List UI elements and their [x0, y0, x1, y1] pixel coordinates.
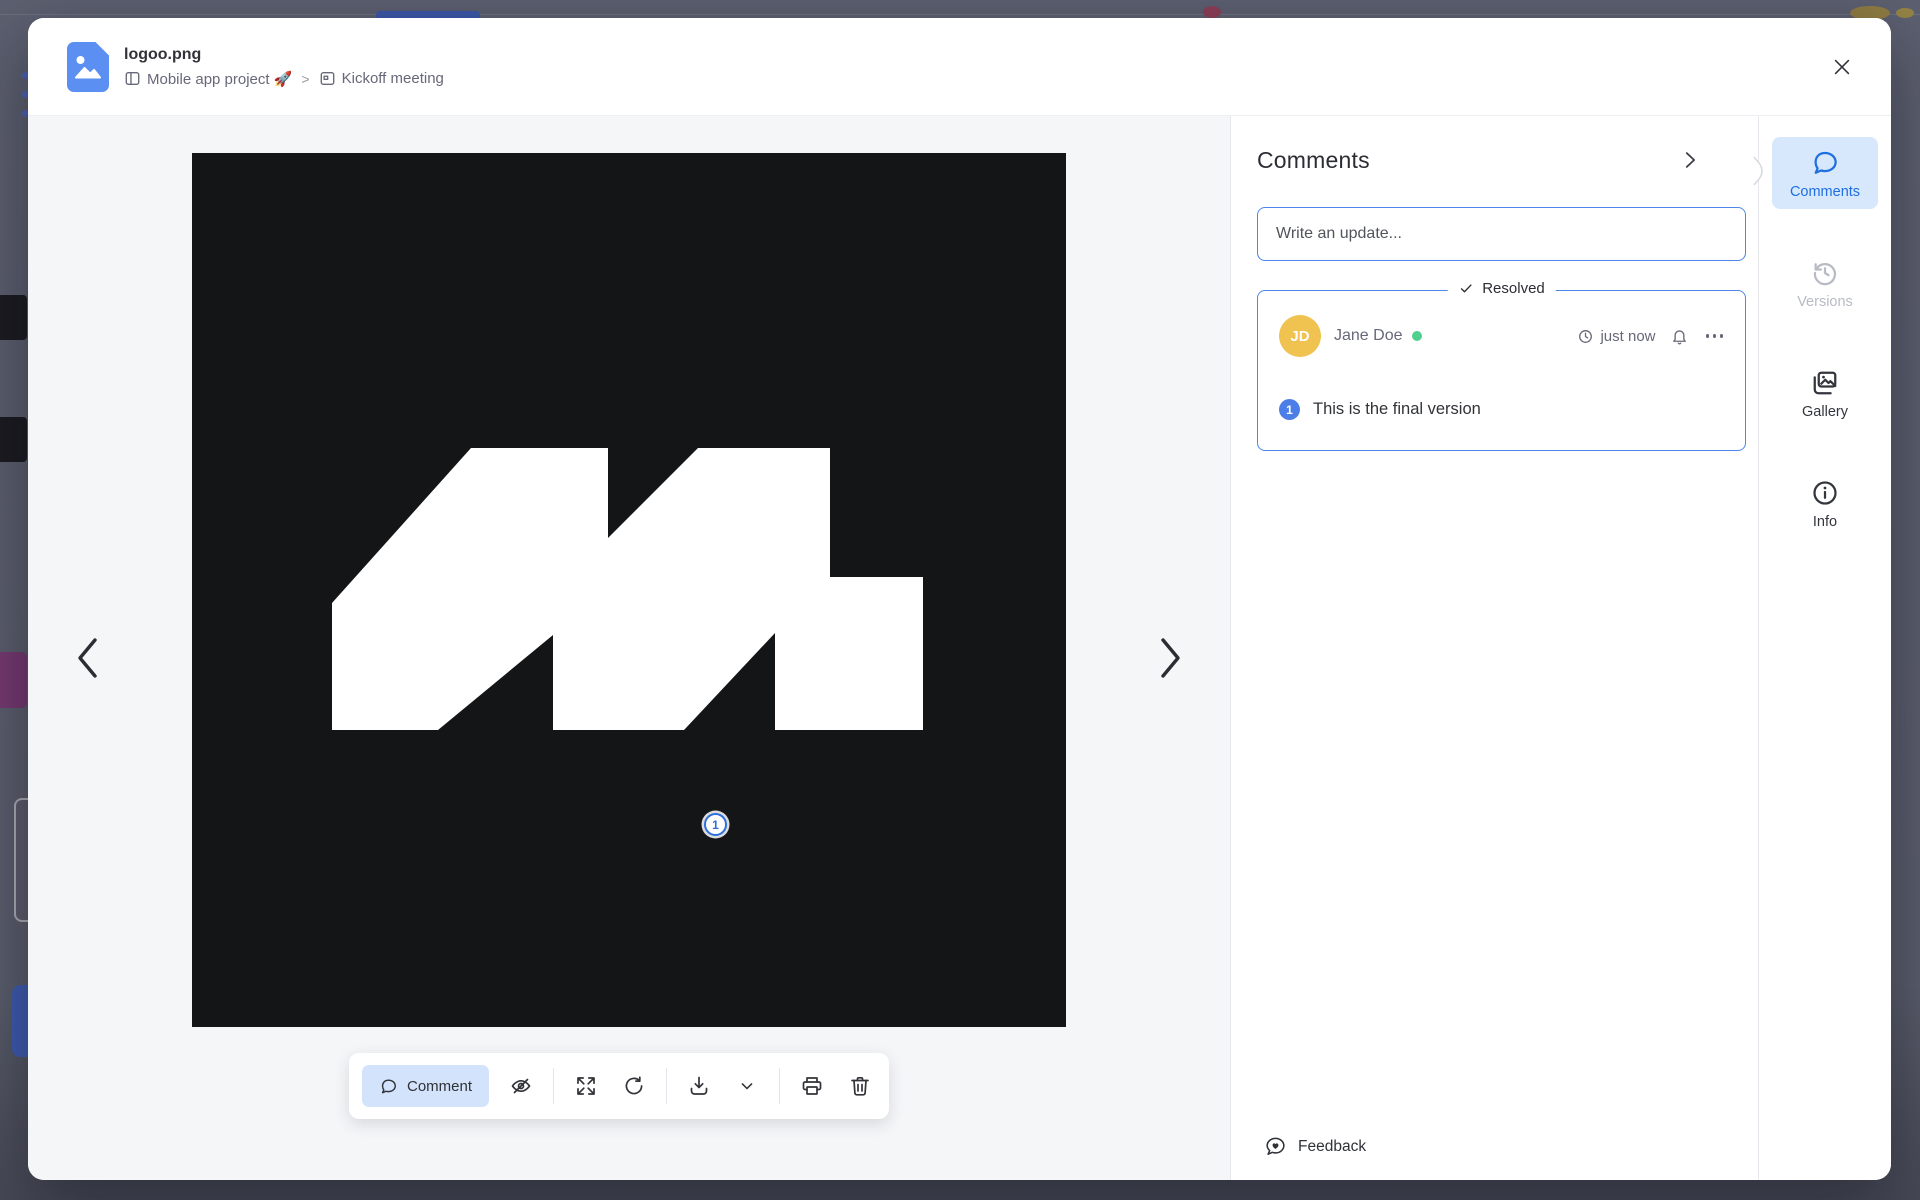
sidebar-tab-rail: Comments Versions Gallery Info [1758, 116, 1891, 1180]
close-icon [1831, 56, 1853, 78]
info-tab-label: Info [1813, 514, 1837, 530]
breadcrumb-page-label: Kickoff meeting [342, 70, 444, 87]
image-preview: 1 [192, 153, 1066, 1027]
background-sidebar-item [0, 295, 27, 340]
feedback-heart-bubble-icon [1264, 1135, 1287, 1158]
comment-menu-button[interactable] [1704, 330, 1726, 342]
toolbar-divider [666, 1068, 667, 1104]
breadcrumb-separator: > [299, 71, 311, 87]
versions-history-icon [1810, 258, 1840, 288]
expand-icon [574, 1074, 598, 1098]
collapse-panel-button[interactable] [1676, 146, 1704, 174]
background-sidebar-item [0, 652, 27, 708]
comment-button[interactable]: Comment [362, 1065, 489, 1107]
chevron-right-icon [1679, 149, 1701, 171]
avatar: JD [1279, 315, 1321, 357]
download-options-button[interactable] [731, 1070, 763, 1102]
tab-info[interactable]: Info [1772, 467, 1878, 539]
fullscreen-button[interactable] [570, 1070, 602, 1102]
file-title-block: logoo.png Mobile app project 🚀 > Kickoff… [124, 45, 444, 87]
rotate-icon [622, 1074, 646, 1098]
panel-spacer [1257, 451, 1744, 1135]
tab-versions[interactable]: Versions [1772, 247, 1878, 319]
print-button[interactable] [796, 1070, 828, 1102]
image-viewer: 1 Comment [28, 116, 1230, 1180]
comment-author: Jane Doe [1334, 327, 1403, 345]
resolved-status[interactable]: Resolved [1447, 280, 1556, 297]
rotate-button[interactable] [618, 1070, 650, 1102]
notification-bell-button[interactable] [1669, 325, 1691, 347]
annotation-marker-1[interactable]: 1 [704, 813, 727, 836]
doc-icon [319, 70, 336, 87]
background-button-remnant [376, 11, 480, 18]
gallery-tab-label: Gallery [1802, 404, 1848, 420]
logo-m-image [192, 153, 1066, 1027]
feedback-button[interactable]: Feedback [1257, 1135, 1366, 1158]
comment-button-label: Comment [407, 1078, 472, 1095]
toolbar-divider [779, 1068, 780, 1104]
background-sidebar-item [0, 417, 27, 462]
close-button[interactable] [1827, 52, 1857, 82]
comment-timestamp: just now [1577, 328, 1655, 345]
feedback-label: Feedback [1298, 1138, 1366, 1156]
check-icon [1458, 281, 1473, 296]
comment-text: This is the final version [1313, 400, 1481, 419]
comments-tab-icon [1810, 148, 1840, 178]
breadcrumb: Mobile app project 🚀 > Kickoff meeting [124, 70, 444, 88]
image-file-icon [66, 41, 110, 93]
download-button[interactable] [683, 1070, 715, 1102]
comments-panel: Comments Resolved JD Jane Doe [1230, 116, 1758, 1180]
next-file-button[interactable] [1148, 632, 1192, 684]
chevron-left-icon [73, 635, 103, 681]
delete-button[interactable] [844, 1070, 876, 1102]
modal-header: logoo.png Mobile app project 🚀 > Kickoff… [28, 18, 1891, 116]
viewer-toolbar: Comment [349, 1053, 889, 1119]
background-avatar-remnant [1896, 8, 1914, 18]
background-notification-dot [1203, 6, 1221, 18]
chevron-down-icon [737, 1076, 757, 1096]
comments-tab-label: Comments [1790, 184, 1860, 200]
board-icon [124, 70, 141, 87]
comment-body-row: 1 This is the final version [1279, 399, 1725, 420]
resolved-label: Resolved [1482, 280, 1545, 297]
gallery-icon [1810, 368, 1840, 398]
background-divider-line [0, 14, 1920, 15]
tab-comments[interactable]: Comments [1772, 137, 1878, 209]
toolbar-divider [553, 1068, 554, 1104]
trash-icon [848, 1074, 872, 1098]
timestamp-label: just now [1600, 328, 1655, 345]
file-preview-modal: logoo.png Mobile app project 🚀 > Kickoff… [28, 18, 1891, 1180]
tab-gallery[interactable]: Gallery [1772, 357, 1878, 429]
panel-resize-handle[interactable] [1752, 156, 1766, 186]
previous-file-button[interactable] [66, 632, 110, 684]
clock-icon [1577, 328, 1594, 345]
info-icon [1810, 478, 1840, 508]
breadcrumb-board-link[interactable]: Mobile app project 🚀 [124, 70, 292, 88]
versions-tab-label: Versions [1797, 294, 1853, 310]
online-presence-dot [1412, 331, 1422, 341]
comments-panel-header: Comments [1257, 146, 1744, 174]
printer-icon [800, 1074, 824, 1098]
comment-header-row: JD Jane Doe just now [1279, 315, 1725, 357]
eye-slash-icon [509, 1074, 533, 1098]
comment-meta: just now [1577, 325, 1725, 347]
comments-panel-title: Comments [1257, 147, 1370, 174]
hide-annotations-button[interactable] [505, 1070, 537, 1102]
speech-bubble-icon [379, 1077, 398, 1096]
comment-marker-badge[interactable]: 1 [1279, 399, 1300, 420]
modal-body: 1 Comment [28, 116, 1891, 1180]
download-icon [687, 1074, 711, 1098]
write-update-input[interactable] [1257, 207, 1746, 261]
file-name: logoo.png [124, 45, 444, 64]
breadcrumb-page-link[interactable]: Kickoff meeting [319, 70, 444, 87]
bell-icon [1670, 327, 1689, 346]
chevron-right-icon [1155, 635, 1185, 681]
breadcrumb-board-label: Mobile app project 🚀 [147, 70, 292, 88]
comment-card: Resolved JD Jane Doe just now [1257, 290, 1746, 451]
